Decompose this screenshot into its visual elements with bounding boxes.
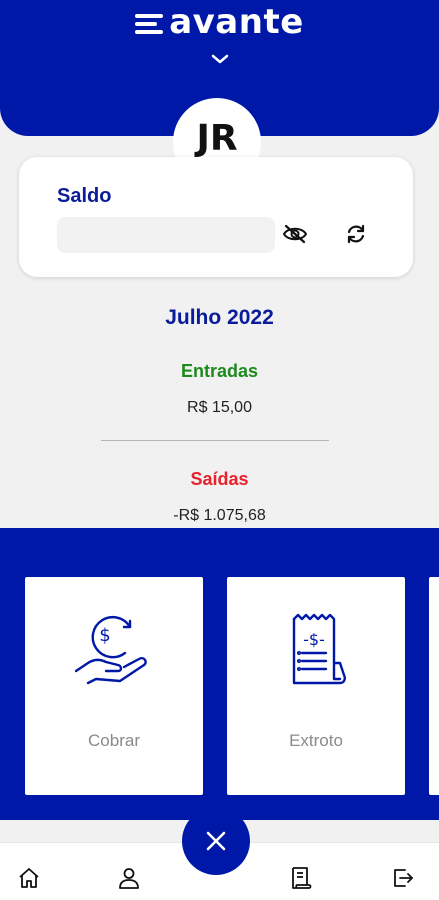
action-card-cobrar[interactable]: $ Cobrar <box>25 577 203 795</box>
logo-mark-icon <box>135 14 164 34</box>
refresh-icon[interactable] <box>343 221 369 247</box>
divider <box>101 440 329 441</box>
chevron-down-icon[interactable] <box>210 52 230 66</box>
eye-slash-icon[interactable] <box>282 221 308 247</box>
nav-statement[interactable] <box>288 865 314 891</box>
action-label: Extroto <box>289 731 343 750</box>
income-label: Entradas <box>180 361 259 381</box>
balance-card: Saldo <box>19 157 413 277</box>
receipt-icon: -$- <box>274 607 358 696</box>
income-value: R$ 15,00 <box>187 399 252 416</box>
action-card-extrato[interactable]: -$- Extroto <box>227 577 405 795</box>
avatar-initials: JR <box>196 117 238 159</box>
balance-label: Saldo <box>57 185 112 207</box>
logo-text: avante <box>169 2 304 42</box>
nav-logout[interactable] <box>390 865 416 891</box>
document-icon <box>292 867 312 889</box>
nav-home[interactable] <box>16 865 42 891</box>
logout-icon <box>394 869 413 887</box>
hand-coin-icon: $ <box>72 607 156 696</box>
close-icon <box>206 831 226 851</box>
expenses-value: -R$ 1.075,68 <box>173 507 266 524</box>
svg-text:-$-: -$- <box>303 630 325 649</box>
action-card-peek-right[interactable] <box>429 577 439 795</box>
month-title: Julho 2022 <box>165 306 274 329</box>
brand-logo: avante <box>0 2 439 42</box>
home-icon <box>19 868 39 888</box>
action-label: Cobrar <box>88 731 140 750</box>
nav-profile[interactable] <box>116 865 142 891</box>
user-icon <box>119 868 139 889</box>
expenses-label: Saídas <box>190 469 249 489</box>
balance-value-hidden <box>57 217 275 253</box>
svg-text:$: $ <box>99 625 110 646</box>
actions-panel: $ Cobrar -$- Extroto <box>0 528 439 820</box>
close-button[interactable] <box>182 807 250 875</box>
